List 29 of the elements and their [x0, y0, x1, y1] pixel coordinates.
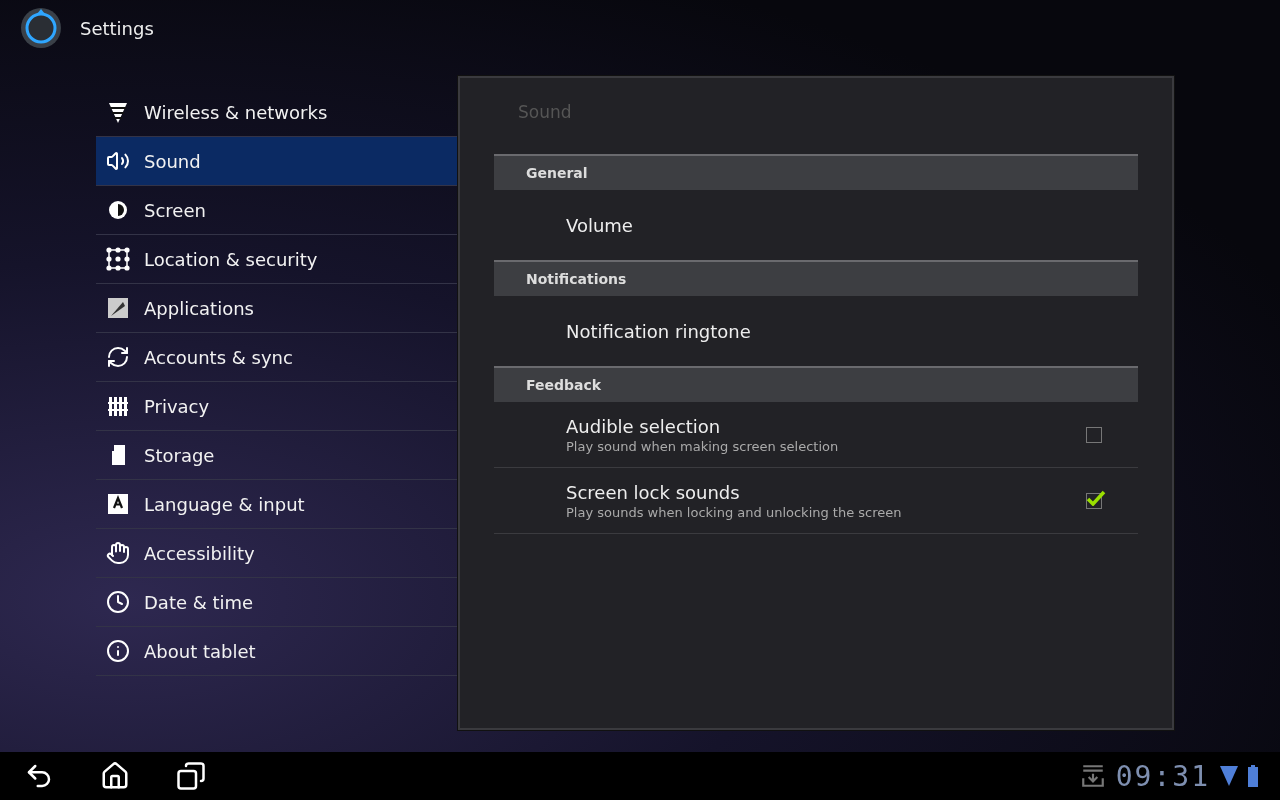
checkmark-icon	[1086, 489, 1106, 506]
app-title: Settings	[80, 17, 154, 39]
dot-grid-icon	[106, 247, 130, 271]
keyboard-letter-icon	[106, 492, 130, 516]
preference-item[interactable]: Audible selection Play sound when making screen selection	[494, 402, 1138, 468]
preference-item[interactable]: Screen lock sounds Play sounds when locking and unlocking the screen	[494, 468, 1138, 534]
fence-icon	[106, 394, 130, 418]
section-header: Feedback	[494, 366, 1138, 402]
preference-item[interactable]: Volume	[494, 190, 1138, 260]
clock-icon	[106, 590, 130, 614]
sidebar-item[interactable]: Sound	[96, 137, 458, 186]
info-icon	[106, 639, 130, 663]
applications-icon	[106, 296, 130, 320]
speaker-icon	[106, 149, 130, 173]
section-header: General	[494, 154, 1138, 190]
preference-item[interactable]: Notification ringtone	[494, 296, 1138, 366]
signal-icon	[106, 100, 130, 124]
home-button[interactable]	[100, 761, 130, 791]
hand-icon	[106, 541, 130, 565]
battery-icon	[1248, 765, 1258, 787]
settings-knob-icon	[20, 7, 62, 49]
section-header: Notifications	[494, 260, 1138, 296]
recent-apps-button[interactable]	[176, 761, 206, 791]
sync-icon	[106, 345, 130, 369]
checkbox[interactable]	[1086, 426, 1102, 443]
download-tray-icon[interactable]	[1079, 763, 1106, 789]
wifi-signal-icon	[1220, 765, 1238, 787]
clock-time: 09:31	[1115, 759, 1210, 793]
brightness-icon	[106, 198, 130, 222]
